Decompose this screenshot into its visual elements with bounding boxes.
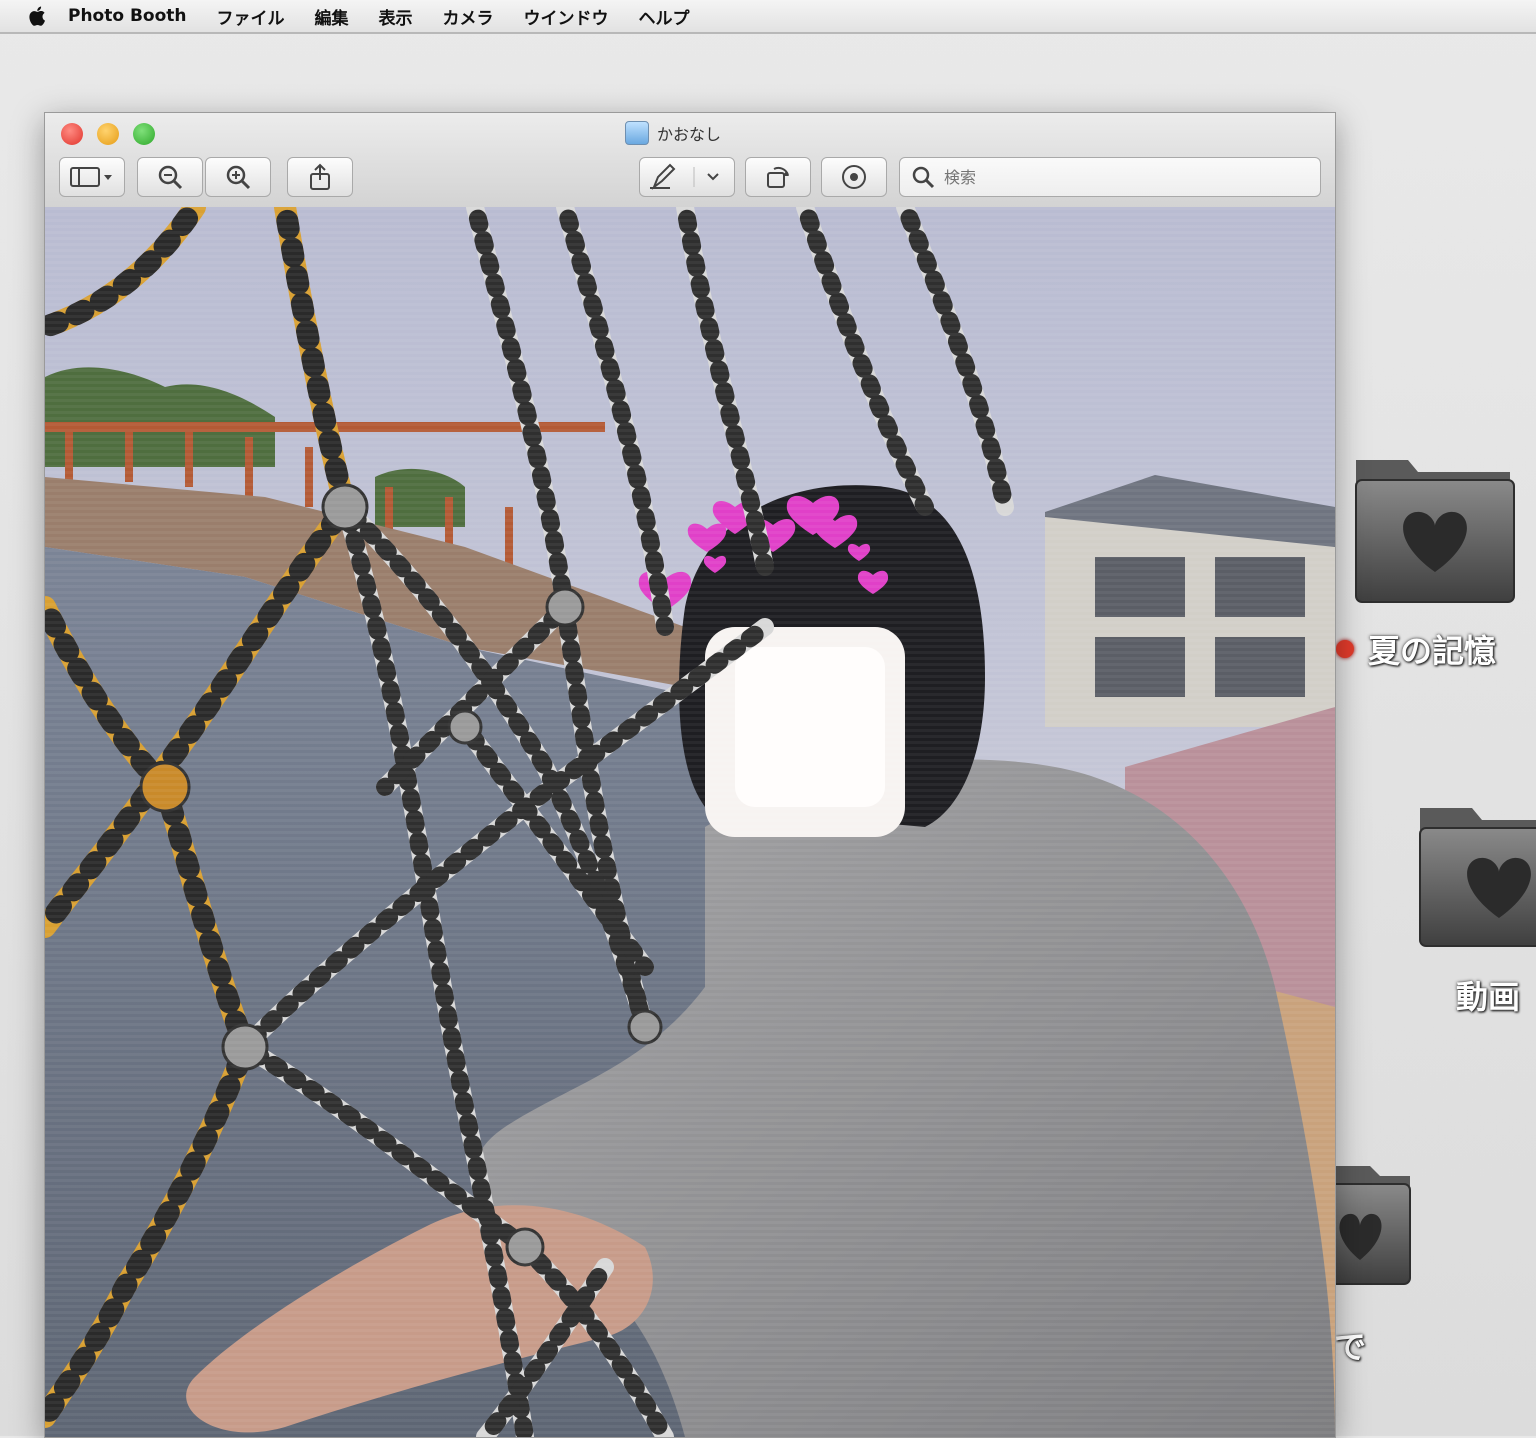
heart-folder-icon [1329, 1166, 1411, 1285]
photo-canvas[interactable] [45, 207, 1335, 1437]
view-menu-button[interactable] [59, 157, 125, 197]
close-button[interactable] [61, 123, 83, 145]
heart-folder-icon [1419, 808, 1536, 947]
zoom-out-button[interactable] [137, 157, 203, 197]
menu-help[interactable]: ヘルプ [639, 4, 690, 29]
folder-tag-dot [1336, 640, 1354, 658]
share-button[interactable] [287, 157, 353, 197]
menu-window[interactable]: ウインドウ [524, 4, 609, 29]
preview-window: かおなし [44, 112, 1336, 1438]
menu-app-name[interactable]: Photo Booth [68, 6, 187, 26]
menu-view[interactable]: 表示 [379, 4, 413, 29]
search-icon [912, 166, 935, 189]
rotate-button[interactable] [745, 157, 811, 197]
share-icon [310, 163, 330, 190]
annotate-icon [842, 165, 866, 189]
search-input[interactable] [942, 166, 1306, 188]
window-title-text: かおなし [657, 125, 722, 144]
desktop-folder-summer[interactable] [1350, 450, 1520, 610]
search-field[interactable] [899, 157, 1321, 197]
desktop-folder-video[interactable] [1414, 800, 1536, 950]
desktop-folder-third-label[interactable]: で [1334, 1322, 1366, 1368]
desktop-folder-summer-label[interactable]: 夏の記憶 [1368, 626, 1496, 672]
menu-bar: Photo Booth ファイル 編集 表示 カメラ ウインドウ ヘルプ [0, 0, 1536, 34]
window-titlebar[interactable]: かおなし [45, 113, 1335, 208]
apple-icon[interactable] [26, 4, 50, 28]
zoom-out-icon [158, 165, 183, 190]
pen-icon [650, 163, 719, 190]
sidebar-view-icon [70, 167, 112, 187]
zoom-button[interactable] [133, 123, 155, 145]
markup-button[interactable] [639, 157, 735, 197]
minimize-button[interactable] [97, 123, 119, 145]
annotate-button[interactable] [821, 157, 887, 197]
desktop-folder-third[interactable] [1329, 1160, 1420, 1290]
menu-file[interactable]: ファイル [217, 4, 285, 29]
heart-folder-icon [1355, 460, 1515, 603]
zoom-in-button[interactable] [205, 157, 271, 197]
rotate-icon [767, 166, 789, 188]
menu-edit[interactable]: 編集 [315, 4, 349, 29]
menu-camera[interactable]: カメラ [443, 4, 494, 29]
document-icon [625, 121, 649, 145]
window-title: かおなし [625, 121, 721, 145]
photo-image [45, 207, 1335, 1437]
zoom-in-icon [226, 165, 251, 190]
desktop-folder-video-label[interactable]: 動画 [1456, 972, 1520, 1018]
